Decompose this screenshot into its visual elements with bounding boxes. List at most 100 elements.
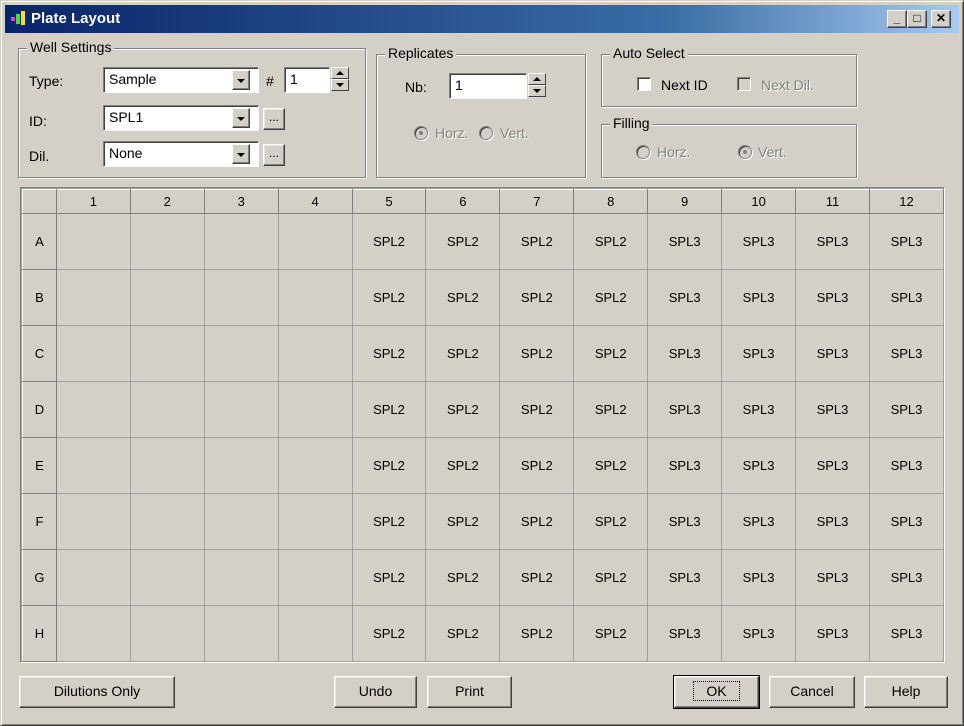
plate-well[interactable] [129, 213, 205, 270]
number-spinner[interactable] [331, 67, 349, 91]
plate-well[interactable] [277, 325, 353, 382]
plate-well[interactable]: SPL2 [499, 325, 575, 382]
spin-up-icon[interactable] [331, 67, 349, 79]
plate-well[interactable]: SPL3 [868, 493, 945, 550]
plate-well[interactable]: SPL2 [351, 325, 427, 382]
row-header[interactable]: A [22, 213, 57, 270]
plate-well[interactable]: SPL2 [499, 381, 575, 438]
plate-well[interactable]: SPL3 [868, 549, 945, 606]
plate-well[interactable]: SPL2 [573, 325, 649, 382]
plate-well[interactable]: SPL3 [647, 605, 723, 662]
maximize-button[interactable]: □ [907, 10, 927, 28]
nb-input[interactable]: 1 [449, 73, 527, 99]
print-button[interactable]: Print [427, 676, 512, 708]
plate-well[interactable]: SPL3 [721, 325, 797, 382]
plate-well[interactable] [55, 325, 131, 382]
plate-well[interactable]: SPL2 [573, 437, 649, 494]
column-header[interactable]: 11 [795, 189, 870, 214]
corner-header[interactable] [22, 189, 57, 214]
plate-well[interactable]: SPL2 [425, 269, 501, 326]
nb-spinner[interactable] [528, 73, 546, 97]
plate-well[interactable]: SPL2 [425, 605, 501, 662]
plate-well[interactable]: SPL3 [647, 437, 723, 494]
plate-well[interactable] [203, 213, 279, 270]
plate-well[interactable]: SPL2 [499, 437, 575, 494]
plate-well[interactable] [203, 381, 279, 438]
dil-dropdown-button[interactable] [232, 144, 250, 164]
plate-well[interactable]: SPL3 [647, 269, 723, 326]
help-button[interactable]: Help [864, 676, 948, 708]
column-header[interactable]: 12 [868, 189, 945, 214]
column-header[interactable]: 4 [277, 189, 353, 214]
plate-well[interactable]: SPL3 [795, 325, 870, 382]
plate-well[interactable] [129, 605, 205, 662]
plate-well[interactable] [277, 605, 353, 662]
plate-well[interactable]: SPL2 [425, 437, 501, 494]
replicates-vert-radio[interactable] [479, 126, 493, 140]
spin-down-icon[interactable] [528, 85, 546, 97]
plate-well[interactable]: SPL3 [795, 493, 870, 550]
plate-well[interactable]: SPL3 [868, 437, 945, 494]
plate-well[interactable] [55, 549, 131, 606]
plate-well[interactable]: SPL3 [647, 325, 723, 382]
replicates-horz-radio[interactable] [414, 126, 428, 140]
row-header[interactable]: C [22, 325, 57, 382]
dil-browse-button[interactable]: ... [263, 144, 285, 166]
plate-well[interactable] [277, 549, 353, 606]
spin-down-icon[interactable] [331, 79, 349, 91]
plate-well[interactable]: SPL2 [425, 325, 501, 382]
column-header[interactable]: 5 [351, 189, 427, 214]
column-header[interactable]: 9 [647, 189, 723, 214]
plate-well[interactable]: SPL3 [795, 549, 870, 606]
plate-well[interactable]: SPL2 [351, 269, 427, 326]
number-input[interactable]: 1 [284, 67, 330, 93]
row-header[interactable]: F [22, 493, 57, 550]
plate-well[interactable] [277, 269, 353, 326]
plate-well[interactable]: SPL3 [721, 437, 797, 494]
plate-well[interactable] [277, 493, 353, 550]
row-header[interactable]: G [22, 549, 57, 606]
id-browse-button[interactable]: ... [263, 108, 285, 130]
spin-up-icon[interactable] [528, 73, 546, 85]
column-header[interactable]: 8 [573, 189, 649, 214]
plate-well[interactable] [277, 381, 353, 438]
plate-well[interactable] [277, 437, 353, 494]
cancel-button[interactable]: Cancel [769, 676, 855, 708]
plate-well[interactable]: SPL2 [573, 549, 649, 606]
row-header[interactable]: E [22, 437, 57, 494]
plate-well[interactable]: SPL3 [647, 549, 723, 606]
plate-well[interactable] [55, 213, 131, 270]
plate-well[interactable] [203, 269, 279, 326]
plate-well[interactable]: SPL3 [868, 605, 945, 662]
plate-well[interactable]: SPL3 [721, 493, 797, 550]
plate-well[interactable]: SPL3 [647, 381, 723, 438]
plate-well[interactable]: SPL3 [647, 213, 723, 270]
plate-well[interactable]: SPL2 [573, 269, 649, 326]
plate-well[interactable] [55, 437, 131, 494]
plate-well[interactable]: SPL3 [795, 213, 870, 270]
plate-well[interactable]: SPL3 [795, 437, 870, 494]
plate-well[interactable] [203, 493, 279, 550]
plate-well[interactable]: SPL3 [795, 269, 870, 326]
column-header[interactable]: 2 [129, 189, 205, 214]
type-dropdown-button[interactable] [232, 70, 250, 90]
plate-well[interactable] [55, 493, 131, 550]
next-dil-checkbox[interactable] [737, 77, 751, 91]
plate-well[interactable] [277, 213, 353, 270]
row-header[interactable]: H [22, 605, 57, 662]
plate-well[interactable]: SPL3 [868, 381, 945, 438]
plate-well[interactable] [129, 493, 205, 550]
id-dropdown-button[interactable] [232, 108, 250, 128]
plate-well[interactable] [129, 437, 205, 494]
plate-well[interactable] [129, 325, 205, 382]
plate-well[interactable] [203, 325, 279, 382]
plate-well[interactable]: SPL2 [499, 549, 575, 606]
plate-well[interactable]: SPL2 [425, 381, 501, 438]
plate-well[interactable]: SPL3 [721, 605, 797, 662]
plate-well[interactable] [203, 549, 279, 606]
plate-well[interactable]: SPL2 [573, 381, 649, 438]
plate-well[interactable]: SPL2 [499, 493, 575, 550]
plate-well[interactable]: SPL3 [795, 605, 870, 662]
plate-well[interactable]: SPL2 [351, 437, 427, 494]
plate-well[interactable] [129, 269, 205, 326]
